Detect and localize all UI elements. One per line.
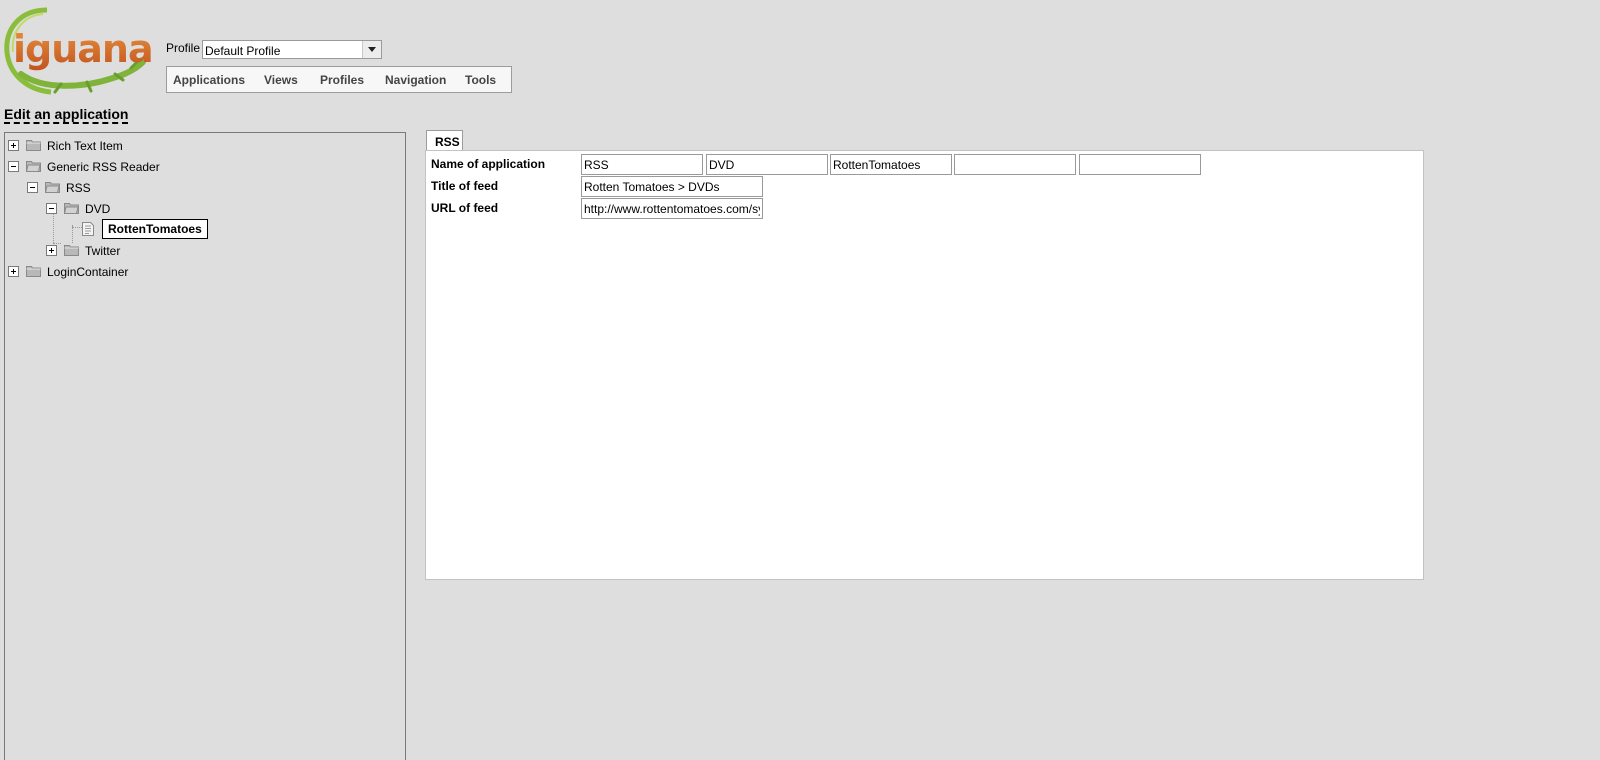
document-icon bbox=[82, 222, 94, 236]
folder-icon bbox=[26, 265, 41, 277]
tree-item-label: LoginContainer bbox=[47, 265, 129, 279]
folder-open-icon bbox=[45, 181, 60, 193]
profile-dropdown[interactable]: Default Profile bbox=[202, 40, 382, 59]
app-window: iguana Profile Default Profile Applicati… bbox=[0, 0, 1600, 760]
tree-item-label: Twitter bbox=[85, 244, 121, 258]
title-field-label: Title of feed bbox=[431, 179, 499, 193]
folder-open-icon bbox=[64, 202, 79, 214]
tree-item-label: Rich Text Item bbox=[47, 139, 123, 153]
tree-guide-line bbox=[72, 227, 82, 228]
url-field-label: URL of feed bbox=[431, 201, 499, 215]
folder-icon bbox=[64, 244, 79, 256]
main-menu-bar: Applications Views Profiles Navigation T… bbox=[166, 66, 512, 93]
menu-tools[interactable]: Tools bbox=[465, 73, 496, 87]
expand-icon[interactable] bbox=[46, 245, 57, 256]
tab-rss[interactable]: RSS bbox=[426, 130, 463, 151]
tree-item-label: DVD bbox=[85, 202, 111, 216]
editor-panel: Name of application Title of feed URL of… bbox=[425, 150, 1424, 580]
name-field-3[interactable] bbox=[830, 154, 952, 175]
menu-navigation[interactable]: Navigation bbox=[385, 73, 446, 87]
menu-profiles[interactable]: Profiles bbox=[320, 73, 364, 87]
name-field-1[interactable] bbox=[581, 154, 703, 175]
name-field-2[interactable] bbox=[706, 154, 828, 175]
tree-item-label: RottenTomatoes bbox=[102, 219, 208, 239]
folder-icon bbox=[26, 139, 41, 151]
expand-icon[interactable] bbox=[8, 266, 19, 277]
tree-item-label: RSS bbox=[66, 181, 91, 195]
expand-icon[interactable] bbox=[8, 140, 19, 151]
tree-guide-line bbox=[53, 243, 61, 244]
name-field-5[interactable] bbox=[1079, 154, 1201, 175]
menu-applications[interactable]: Applications bbox=[173, 73, 245, 87]
profile-dropdown-value: Default Profile bbox=[205, 44, 281, 58]
logo-text: iguana bbox=[13, 27, 153, 71]
collapse-icon[interactable] bbox=[8, 161, 19, 172]
chevron-down-icon[interactable] bbox=[362, 41, 381, 58]
name-field-label: Name of application bbox=[431, 157, 546, 171]
collapse-icon[interactable] bbox=[27, 182, 38, 193]
folder-open-icon bbox=[26, 160, 41, 172]
page-title: Edit an application bbox=[4, 106, 129, 124]
feed-url-input[interactable] bbox=[581, 198, 763, 219]
tab-label: RSS bbox=[435, 135, 460, 149]
menu-views[interactable]: Views bbox=[264, 73, 298, 87]
iguana-logo: iguana bbox=[3, 4, 153, 96]
profile-label: Profile bbox=[166, 41, 201, 55]
name-field-4[interactable] bbox=[954, 154, 1076, 175]
tree-item-label: Generic RSS Reader bbox=[47, 160, 160, 174]
collapse-icon[interactable] bbox=[46, 203, 57, 214]
feed-title-input[interactable] bbox=[581, 176, 763, 197]
application-tree: Rich Text Item Generic RSS Reader RSS DV… bbox=[4, 132, 406, 760]
